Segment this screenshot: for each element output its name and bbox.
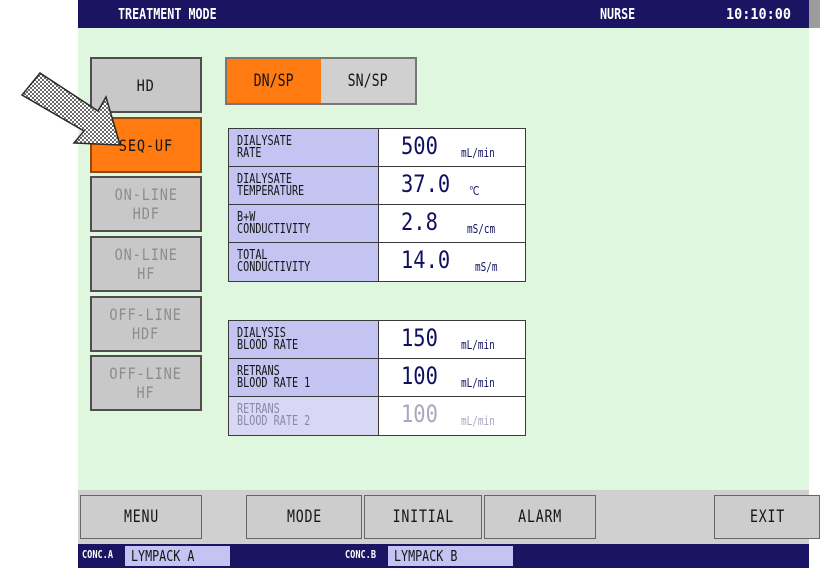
clock: 10:10:00 [726,5,792,23]
param-label-line: BLOOD RATE 1 [237,376,311,391]
param-label-line: TEMPERATURE [237,184,305,199]
initial-button[interactable]: INITIAL [364,495,482,539]
param-value[interactable]: 14.0 [401,246,459,274]
conc-b-value: LYMPACK B [388,546,513,566]
header-bar: TREATMENT MODE NURSE 10:10:00 [78,0,809,28]
param-value[interactable]: 2.8 [401,208,444,236]
param-row[interactable]: TOTAL CONDUCTIVITY 14.0 mS/m [229,243,525,281]
arrow-icon [20,72,122,146]
menu-button[interactable]: MENU [80,495,202,539]
param-row[interactable]: DIALYSATE RATE 500 mL/min [229,129,525,167]
param-row[interactable]: B+W CONDUCTIVITY 2.8 mS/cm [229,205,525,243]
mode-label-line: HDF [132,324,160,343]
scrollbar[interactable] [809,0,820,28]
blood-parameters-table: DIALYSIS BLOOD RATE 150 mL/min RETRANS BLOOD … [228,320,526,436]
conc-a-label: CONC.A [82,548,114,561]
param-label: DIALYSATE TEMPERATURE [229,167,379,204]
param-value[interactable]: 500 [401,132,444,160]
mode-label-line: ON-LINE [114,245,178,264]
user-role: NURSE [600,5,636,23]
mode-label-line: OFF-LINE [109,364,183,383]
param-row[interactable]: DIALYSIS BLOOD RATE 150 mL/min [229,321,525,359]
param-label-line: CONDUCTIVITY [237,222,311,237]
param-label: B+W CONDUCTIVITY [229,205,379,242]
mode-label-line: HF [136,264,156,283]
param-label: RETRANS BLOOD RATE 1 [229,359,379,396]
mode-button-on-line-hf[interactable]: ON-LINE HF [90,236,202,292]
mode-label-line: HF [136,383,156,402]
mode-button-on-line-hdf[interactable]: ON-LINE HDF [90,176,202,232]
param-label-line: RATE [237,146,262,161]
param-row[interactable]: DIALYSATE TEMPERATURE 37.0 ℃ [229,167,525,205]
param-value[interactable]: 37.0 [401,170,459,198]
screen-title: TREATMENT MODE [118,5,217,23]
param-unit: mS/m [475,260,498,274]
conc-b-label: CONC.B [345,548,377,561]
param-label: RETRANS BLOOD RATE 2 [229,397,379,435]
param-label: DIALYSATE RATE [229,129,379,166]
param-value[interactable]: 150 [401,324,444,352]
param-unit: mL/min [461,338,495,352]
param-label-line: BLOOD RATE [237,338,299,353]
mode-label-line: ON-LINE [114,185,178,204]
mode-label-line: OFF-LINE [109,305,183,324]
dn-sp-button[interactable]: DN/SP [227,59,321,103]
param-label: TOTAL CONDUCTIVITY [229,243,379,281]
param-unit: ℃ [469,184,480,198]
param-row[interactable]: RETRANS BLOOD RATE 1 100 mL/min [229,359,525,397]
param-value[interactable]: 100 [401,362,444,390]
dialysate-parameters-table: DIALYSATE RATE 500 mL/min DIALYSATE TEMPERATU… [228,128,526,282]
param-label: DIALYSIS BLOOD RATE [229,321,379,358]
param-label-line: CONDUCTIVITY [237,260,311,275]
exit-button[interactable]: EXIT [714,495,820,539]
param-row[interactable]: RETRANS BLOOD RATE 2 100 mL/min [229,397,525,435]
param-unit: mS/cm [467,222,496,236]
mode-button-off-line-hdf[interactable]: OFF-LINE HDF [90,296,202,352]
mode-label-line: HDF [132,204,160,223]
param-unit: mL/min [461,146,495,160]
sn-sp-button[interactable]: SN/SP [321,59,415,103]
mode-button-off-line-hf[interactable]: OFF-LINE HF [90,355,202,411]
mode-button[interactable]: MODE [246,495,362,539]
param-value[interactable]: 100 [401,400,444,428]
conc-a-value: LYMPACK A [125,546,230,566]
param-unit: mL/min [461,376,495,390]
param-label-line: BLOOD RATE 2 [237,414,311,429]
param-unit: mL/min [461,414,495,428]
alarm-button[interactable]: ALARM [484,495,596,539]
needle-selector: DN/SP SN/SP [225,57,417,105]
